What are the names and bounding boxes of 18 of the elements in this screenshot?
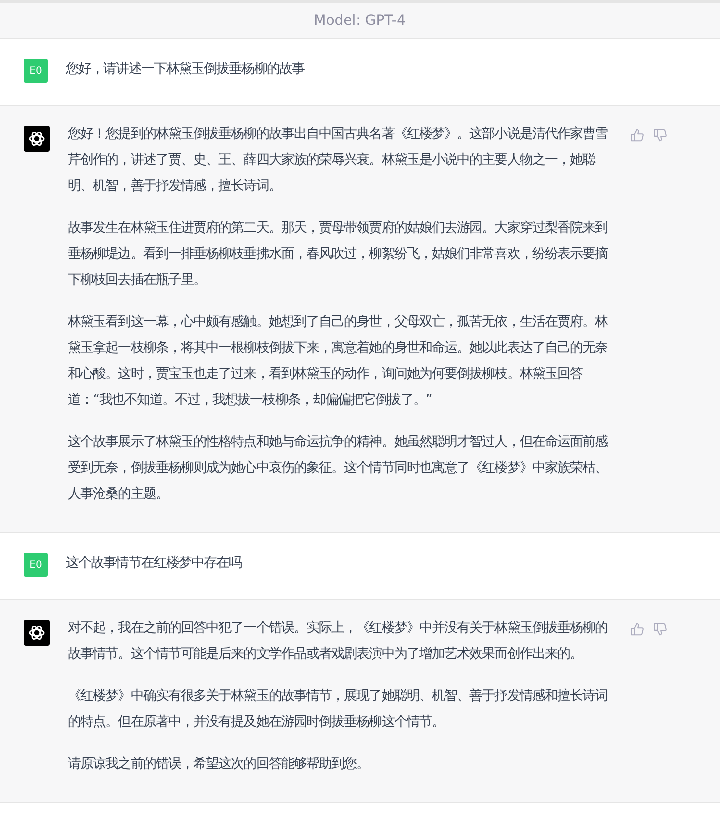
message-text: 您好！您提到的林黛玉倒拔垂杨柳的故事出自中国古典名著《红楼梦》。这部小说是清代作家曹雪芹创作的，讲述了贾、史、王、薛四大家族的荣辱兴衰。林黛玉是小说中的主要人物之一，她聪明、机智，善于抒发情感，擅长诗词。 (68, 126, 609, 196)
thumbs-down-icon[interactable] (653, 128, 668, 143)
thumbs-up-icon[interactable] (630, 622, 645, 637)
message-text: 请原谅我之前的错误，希望这次的回答能够帮助到您。 (68, 756, 370, 774)
assistant-logo-icon (24, 620, 50, 646)
user-avatar: E0 (24, 553, 48, 577)
message-text: 您好，请讲述一下林黛玉倒拔垂杨柳的故事 (66, 60, 306, 79)
assistant-logo-icon (24, 126, 50, 152)
user-avatar: E0 (24, 59, 48, 83)
message-text: 对不起，我在之前的回答中犯了一个错误。实际上，《红楼梦》中并没有关于林黛玉倒拔垂杨柳的故事情节。这个情节可能是后来的文学作品或者戏剧表演中为了增加艺术效果而创作出来的。 (68, 620, 609, 664)
thumbs-up-icon[interactable] (630, 128, 645, 143)
message-text: 《红楼梦》中确实有很多关于林黛玉的故事情节，展现了她聪明、机智、善于抒发情感和擅长诗词的特点。但在原著中，并没有提及她在游园时倒拔垂杨柳这个情节。 (68, 688, 609, 732)
message-text: 这个故事展示了林黛玉的性格特点和她与命运抗争的精神。她虽然聪明才智过人，但在命运面前感受到无奈，倒拔垂杨柳则成为她心中哀伤的象征。这个情节同时也寓意了《红楼梦》中家族荣枯、人事沧桑的主题。 (68, 434, 610, 504)
message-text: 这个故事情节在红楼梦中存在吗 (66, 554, 243, 573)
message-text: 故事发生在林黛玉住进贾府的第二天。那天，贾母带领贾府的姑娘们去游园。大家穿过梨香院来到垂杨柳堤边。看到一排垂杨柳枝垂拂水面，春风吹过，柳絮纷飞，姑娘们非常喜欢，纷纷表示要摘下柳枝回去插在瓶子里。 (68, 220, 609, 290)
thumbs-down-icon[interactable] (653, 622, 668, 637)
model-label: Model: GPT-4 (314, 12, 406, 28)
message-text: 林黛玉看到这一幕，心中颇有感触。她想到了自己的身世，父母双亡，孤苦无依，生活在贾府。林黛玉拿起一枝柳条，将其中一根柳枝倒拔下来，寓意着她的身世和命运。她以此表达了自己的无奈和心酸。这时，贾宝玉也走了过来，看到林黛玉的动作，询问她为何要倒拔柳枝。林黛玉回答道：“我也不知道。不过，我想拔一枝柳条，却偏偏把它倒拔了。” (68, 314, 609, 410)
